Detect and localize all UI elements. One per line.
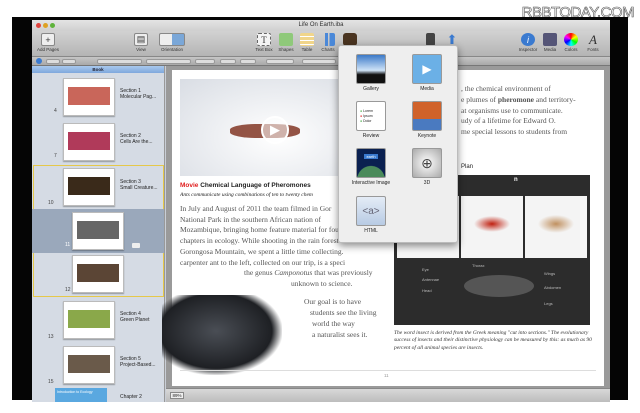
minimize-button[interactable] (43, 23, 48, 28)
disclosure-icon[interactable] (132, 243, 140, 248)
page-thumbnail (68, 132, 110, 150)
sidebar-item-section-5[interactable]: Section 5 Project-Based... 15 (32, 343, 164, 388)
body-line: Mozambique, bringing home feature materi… (180, 225, 342, 235)
insect-diagram (464, 275, 534, 297)
keynote-icon (412, 101, 442, 131)
bottom-bar: 89% (166, 388, 610, 402)
add-pages-button[interactable]: + Add Pages (34, 33, 62, 52)
body-line: In July and August of 2011 the team film… (180, 204, 332, 213)
figure-caption: The word insect is derived from the Gree… (394, 330, 592, 351)
gallery-icon (356, 54, 386, 84)
widget-3d[interactable]: ⊕ 3D (399, 148, 455, 186)
orientation-icon (159, 33, 185, 46)
bold-italic-buttons[interactable] (240, 59, 256, 64)
toolbar: + Add Pages ▤ View Orientation T Text Box S… (32, 31, 610, 57)
zoom-button[interactable] (50, 23, 55, 28)
goal-text: Our goal is to have students see the livi… (304, 296, 376, 340)
widget-keynote[interactable]: Keynote (399, 101, 455, 139)
page-thumbnail (77, 221, 119, 239)
view-button[interactable]: ▤ View (127, 33, 155, 52)
page-number: 11 (384, 373, 389, 378)
body-line: chapters in ecology. While shooting in t… (180, 236, 345, 246)
widget-html[interactable]: <a> HTML (343, 196, 399, 234)
body-line: carpenter ant to the left, collected on … (180, 257, 345, 267)
title-bar: Life On Earth.iba (32, 20, 610, 31)
gallery-image-red-ant[interactable] (461, 196, 523, 258)
view-icon: ▤ (134, 33, 148, 46)
text-color-well[interactable] (220, 59, 236, 64)
orientation-button[interactable]: Orientation (154, 33, 190, 52)
sidebar-item-section-4[interactable]: Section 4 Green Planet 13 (32, 298, 164, 343)
spacing-buttons[interactable] (302, 59, 336, 64)
sidebar-item-chapter-2[interactable]: Introduction to Ecology Chapter 2 (32, 388, 164, 402)
widgets-popover: Gallery ▶ Media ● Lorem ● Ipsum ● Dolor Revi… (338, 45, 458, 243)
media-play-icon: ▶ (412, 54, 442, 84)
page-thumbnail (68, 87, 110, 105)
body-text-end: unknown to science. (291, 279, 353, 288)
footer-divider (180, 370, 596, 371)
style-button[interactable] (46, 59, 60, 64)
goal-line: world the way (312, 319, 355, 328)
sidebar-item-section-2[interactable]: Section 2 Cells Are the... 7 (32, 119, 164, 164)
body-line: National Park in the southern African na… (180, 214, 322, 224)
fonts-icon: A (589, 31, 597, 47)
charts-icon (321, 33, 335, 46)
app-window: Life On Earth.iba + Add Pages ▤ View Orien… (32, 20, 610, 402)
movie-title: Movie Chemical Language of Pheromones (180, 182, 311, 189)
widget-review[interactable]: ● Lorem ● Ipsum ● Dolor Review (343, 101, 399, 139)
plus-icon: + (41, 33, 55, 46)
carpenter-ant-image (162, 295, 282, 375)
widget-media[interactable]: ▶ Media (399, 54, 455, 92)
format-bar (32, 57, 610, 66)
sidebar-item-section-3[interactable]: Section 3 Small Creature... 10 (32, 166, 164, 209)
movie-widget[interactable]: ▶ (180, 79, 342, 176)
fonts-button[interactable]: A Fonts (579, 31, 607, 53)
page-thumbnail (68, 177, 110, 195)
gallery-image-larva[interactable] (525, 196, 587, 258)
body-text-genus: the genus Camponotus that was previously (244, 268, 373, 277)
media-icon (543, 33, 557, 46)
interactive-image-icon: earth (356, 148, 386, 178)
alignment-buttons[interactable] (266, 59, 294, 64)
html-icon: <a> (356, 196, 386, 226)
goal-line: students see the living (310, 308, 377, 317)
widget-gallery[interactable]: Gallery (343, 54, 399, 92)
table-icon (300, 33, 314, 46)
book-sidebar: Book Section 1 Molecular Pag... 4 Section … (32, 66, 165, 402)
window-title: Life On Earth.iba (298, 22, 344, 28)
goal-line: a naturalist sees it. (312, 330, 368, 339)
body-text: In July and August of 2011 the team film… (180, 204, 345, 268)
style-button[interactable] (62, 59, 76, 64)
sidebar-item-page-11[interactable]: 11 (32, 209, 164, 253)
page-thumbnail (68, 355, 110, 373)
shapes-icon (279, 33, 293, 46)
goal-line: Our goal is to have (304, 297, 362, 306)
close-button[interactable] (36, 23, 41, 28)
body-line: Gorongosa Mountain, we spent a little ti… (180, 246, 345, 256)
3d-icon: ⊕ (412, 148, 442, 178)
right-column-text: , the chemical environment of e plumes o… (461, 84, 576, 137)
widget-interactive-image[interactable]: earth Interactive Image (343, 148, 399, 186)
review-icon: ● Lorem ● Ipsum ● Dolor (356, 101, 386, 131)
color-wheel-icon (564, 33, 578, 46)
font-size-field[interactable] (195, 59, 215, 64)
font-family-select[interactable] (97, 59, 142, 64)
text-box-icon: T (257, 33, 271, 46)
sidebar-header: Book (32, 66, 164, 73)
sidebar-item-section-1[interactable]: Section 1 Molecular Pag... 4 (32, 74, 164, 119)
section-heading: Plan (461, 164, 474, 170)
page-thumbnail (68, 310, 110, 328)
sidebar-item-page-12[interactable]: 12 (32, 253, 164, 297)
font-typeface-select[interactable] (146, 59, 191, 64)
page-thumbnail (77, 264, 119, 282)
play-icon[interactable]: ▶ (261, 116, 289, 144)
format-toggle[interactable] (36, 58, 42, 64)
movie-caption: Ants communicate using combinations of t… (180, 192, 313, 198)
info-icon: i (521, 33, 535, 46)
zoom-select[interactable]: 89% (170, 392, 184, 399)
